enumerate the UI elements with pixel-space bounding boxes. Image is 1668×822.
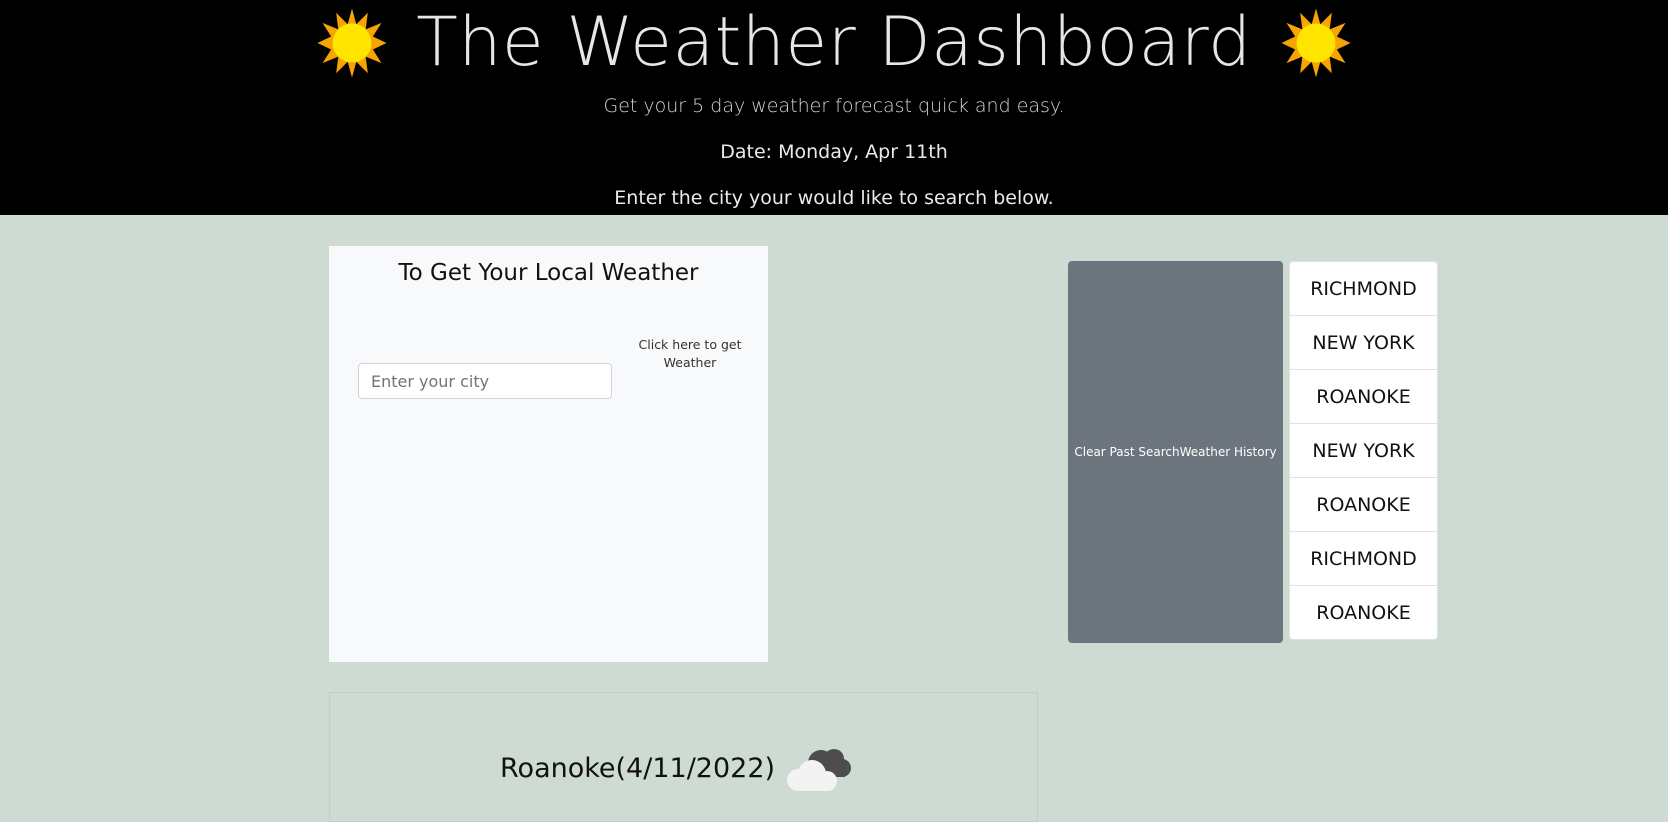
search-heading: To Get Your Local Weather <box>398 260 699 286</box>
sun-icon <box>317 8 387 78</box>
get-weather-button[interactable]: Click here to get Weather <box>625 336 755 372</box>
current-weather-card: Roanoke(4/11/2022) <box>329 692 1038 822</box>
history-item[interactable]: NEW YORK <box>1289 316 1438 370</box>
search-prompt: Enter the city your would like to search… <box>614 187 1054 209</box>
title-row: The Weather Dashboard <box>0 0 1668 86</box>
current-date: Date: Monday, Apr 11th <box>720 141 948 163</box>
history-item[interactable]: ROANOKE <box>1289 586 1438 640</box>
history-item[interactable]: ROANOKE <box>1289 478 1438 532</box>
page-header: The Weather Dashboard Get your 5 day wea… <box>0 0 1668 215</box>
city-search-input[interactable] <box>358 363 612 399</box>
search-history-list: RICHMOND NEW YORK ROANOKE NEW YORK ROANO… <box>1289 261 1438 640</box>
history-item[interactable]: RICHMOND <box>1289 261 1438 316</box>
history-item[interactable]: RICHMOND <box>1289 532 1438 586</box>
cloud-icon <box>787 749 851 791</box>
sun-icon <box>1281 8 1351 78</box>
page-subtitle: Get your 5 day weather forecast quick an… <box>603 95 1065 117</box>
clear-history-button[interactable]: Clear Past SearchWeather History <box>1068 261 1283 643</box>
page-title: The Weather Dashboard <box>416 3 1252 82</box>
history-item[interactable]: ROANOKE <box>1289 370 1438 424</box>
search-card: To Get Your Local Weather Click here to … <box>329 246 768 662</box>
history-item[interactable]: NEW YORK <box>1289 424 1438 478</box>
current-city-date: Roanoke(4/11/2022) <box>500 753 776 784</box>
